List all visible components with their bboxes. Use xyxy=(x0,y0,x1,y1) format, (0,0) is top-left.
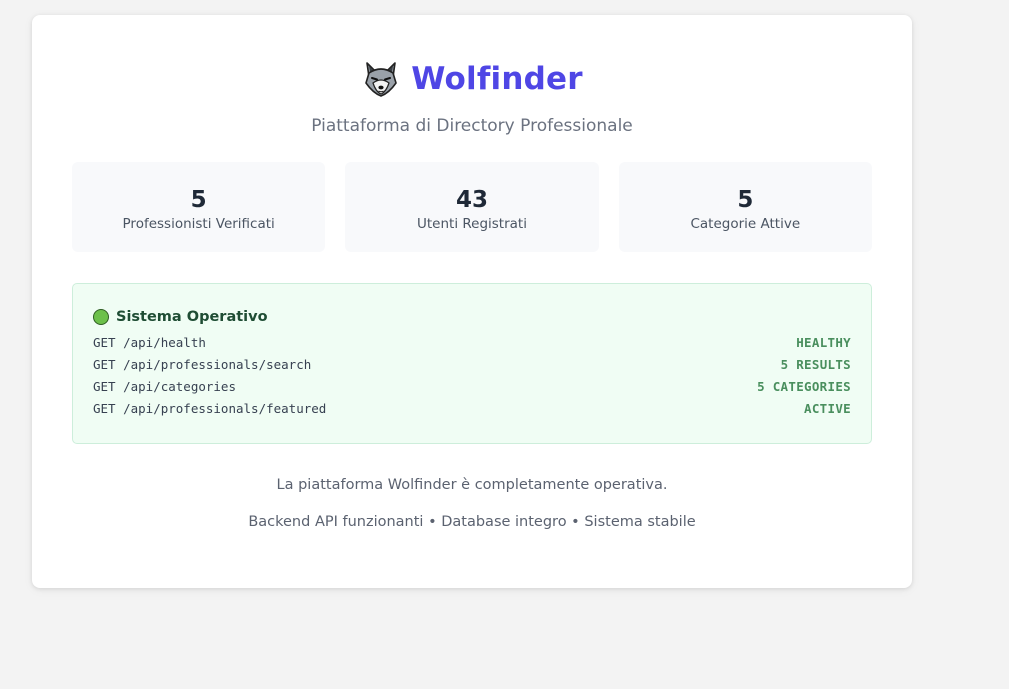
endpoint-row: GET /api/professionals/search 5 RESULTS xyxy=(93,354,851,376)
green-circle-icon xyxy=(93,309,109,325)
stat-value: 43 xyxy=(455,187,488,213)
system-status-header: Sistema Operativo xyxy=(93,306,851,328)
endpoint-list: GET /api/health HEALTHY GET /api/profess… xyxy=(93,332,851,420)
endpoint-path: GET /api/professionals/search xyxy=(93,357,312,372)
title-row: Wolfinder xyxy=(361,57,583,101)
header: Wolfinder Piattaforma di Directory Profe… xyxy=(32,57,912,136)
endpoint-path: GET /api/health xyxy=(93,335,206,350)
endpoint-row: GET /api/health HEALTHY xyxy=(93,332,851,354)
system-status-title: Sistema Operativo xyxy=(116,309,268,325)
endpoint-row: GET /api/categories 5 CATEGORIES xyxy=(93,376,851,398)
endpoint-status: HEALTHY xyxy=(796,335,851,350)
stat-card-categories: 5 Categorie Attive xyxy=(618,162,872,252)
status-card: Wolfinder Piattaforma di Directory Profe… xyxy=(32,15,912,588)
footer-status-text: La piattaforma Wolfinder è completamente… xyxy=(276,477,668,493)
endpoint-path: GET /api/categories xyxy=(93,379,236,394)
stat-card-users: 43 Utenti Registrati xyxy=(345,162,599,252)
endpoint-path: GET /api/professionals/featured xyxy=(93,401,327,416)
footer-details-text: Backend API funzionanti • Database integ… xyxy=(248,514,696,530)
wolf-face-icon xyxy=(361,59,401,99)
stat-card-professionals: 5 Professionisti Verificati xyxy=(72,162,326,252)
stat-label: Categorie Attive xyxy=(690,216,801,232)
stat-value: 5 xyxy=(190,187,207,213)
endpoint-status: 5 CATEGORIES xyxy=(757,379,851,394)
footer: La piattaforma Wolfinder è completamente… xyxy=(32,475,912,532)
endpoint-status: 5 RESULTS xyxy=(780,357,851,372)
endpoint-row: GET /api/professionals/featured ACTIVE xyxy=(93,398,851,420)
app-title: Wolfinder xyxy=(411,61,583,97)
stat-label: Utenti Registrati xyxy=(417,216,527,232)
stat-label: Professionisti Verificati xyxy=(122,216,275,232)
app-subtitle: Piattaforma di Directory Professionale xyxy=(311,116,633,136)
endpoint-status: ACTIVE xyxy=(804,401,851,416)
system-status-panel: Sistema Operativo GET /api/health HEALTH… xyxy=(72,283,872,444)
stat-value: 5 xyxy=(737,187,754,213)
stats-row: 5 Professionisti Verificati 43 Utenti Re… xyxy=(72,162,872,252)
